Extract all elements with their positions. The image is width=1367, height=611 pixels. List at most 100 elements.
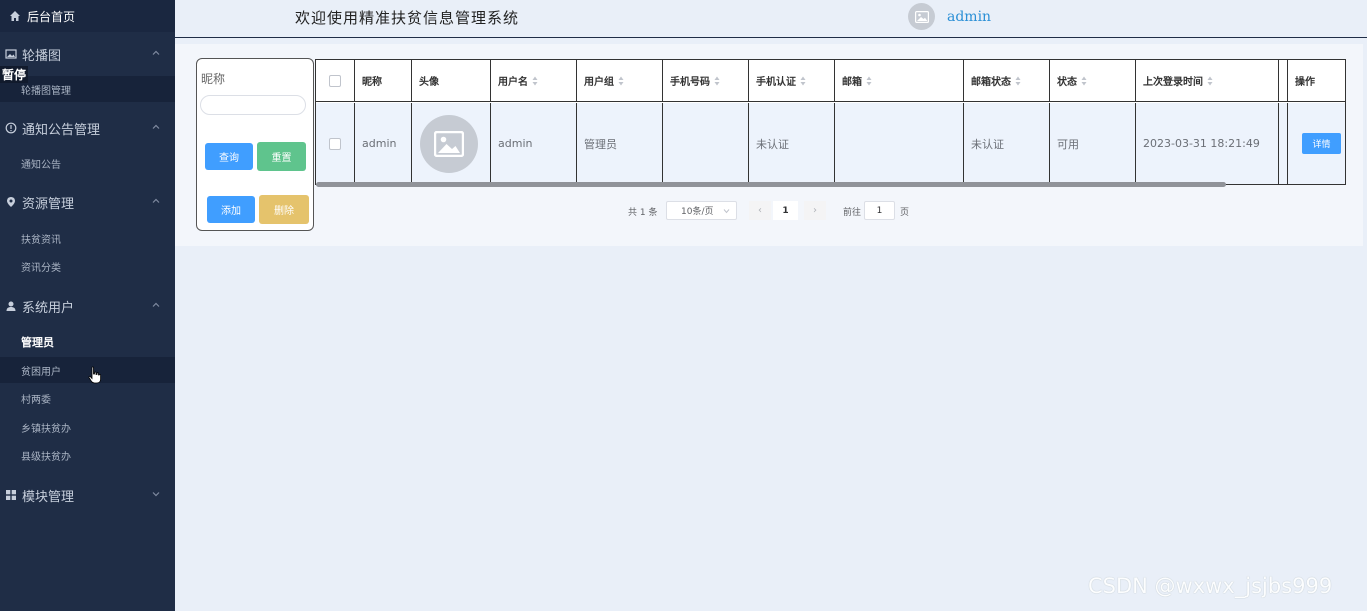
username-link[interactable]: admin: [947, 9, 991, 25]
next-page-button[interactable]: ›: [804, 201, 826, 220]
sort-icon: [866, 76, 872, 85]
sidebar-item-label: 资讯分类: [21, 262, 61, 274]
sidebar-item-home[interactable]: 后台首页: [0, 0, 175, 32]
chevron-up-icon: [152, 302, 160, 307]
chevron-down-icon: [723, 209, 730, 214]
home-icon: [10, 11, 20, 21]
table-cell: 管理员: [577, 103, 663, 184]
sidebar-item-village-committee[interactable]: 村两委: [0, 385, 175, 411]
sidebar-item-label: 村两委: [21, 394, 51, 406]
info-circle-icon: [5, 122, 17, 134]
table-header-phone[interactable]: 手机号码: [663, 60, 749, 102]
table-header-label: 用户名: [498, 77, 528, 88]
table-header-label: 邮箱: [842, 77, 862, 88]
table-header-last-login[interactable]: 上次登录时间: [1136, 60, 1279, 102]
watermark: CSDN @wxwx_jsjbs999: [1088, 574, 1333, 598]
goto-page-input[interactable]: 1: [864, 201, 895, 220]
chevron-up-icon: [152, 124, 160, 129]
table-header-email-status[interactable]: 邮箱状态: [964, 60, 1050, 102]
pagination-total: 共 1 条: [628, 207, 658, 218]
sidebar-item-notice[interactable]: 通知公告: [0, 150, 175, 176]
table-header-username[interactable]: 用户名: [491, 60, 577, 102]
table-header-label: 邮箱状态: [971, 77, 1011, 88]
sort-icon: [714, 76, 720, 85]
sort-icon: [532, 76, 538, 85]
grid-icon: [6, 490, 16, 500]
sidebar-item-news-category[interactable]: 资讯分类: [0, 253, 175, 279]
image-placeholder-icon: [914, 10, 929, 23]
table-cell-actions: 详情: [1288, 103, 1345, 184]
image-placeholder-icon: [434, 130, 464, 157]
select-all-checkbox[interactable]: [329, 74, 341, 87]
table-header: 操作: [1288, 60, 1345, 102]
reset-button[interactable]: 重置: [257, 142, 306, 171]
table-cell: 未认证: [749, 103, 835, 184]
sort-icon: [1207, 76, 1213, 85]
sidebar-group-label: 系统用户: [22, 300, 75, 316]
search-panel: 昵称 查询 重置 添加 删除: [196, 58, 314, 231]
top-header: 欢迎使用精准扶贫信息管理系统 admin: [175, 0, 1367, 38]
table-header-group[interactable]: 用户组: [577, 60, 663, 102]
sort-icon: [1015, 76, 1021, 85]
user-icon: [6, 301, 16, 311]
table-header-gap: [1279, 60, 1288, 102]
welcome-title: 欢迎使用精准扶贫信息管理系统: [295, 9, 520, 27]
location-pin-icon: [7, 197, 15, 207]
table-header-label: 状态: [1057, 77, 1077, 88]
sidebar-item-poverty-news[interactable]: 扶贫资讯: [0, 225, 175, 251]
sidebar-group-modules[interactable]: 模块管理: [0, 477, 175, 513]
page-size-select[interactable]: 10条/页: [666, 201, 737, 220]
delete-button[interactable]: 删除: [259, 195, 309, 224]
sidebar-item-label: 扶贫资讯: [21, 234, 61, 246]
table-header: 头像: [412, 60, 491, 102]
table-cell-gap: [1279, 103, 1288, 184]
add-button[interactable]: 添加: [207, 196, 255, 223]
hand-cursor-icon: [88, 366, 101, 384]
sidebar-item-label: 县级扶贫办: [21, 451, 71, 463]
table-cell-avatar: [412, 103, 491, 184]
sidebar: 后台首页 轮播图 轮播图管理 暂停 通知公告管理 通知公告 资源管理 扶贫资讯 …: [0, 0, 175, 611]
sidebar-item-label: 通知公告: [21, 159, 61, 171]
table-header-select: [316, 60, 355, 102]
sidebar-group-resources[interactable]: 资源管理: [0, 184, 175, 220]
chevron-down-icon: [152, 492, 160, 497]
sidebar-group-label: 模块管理: [22, 489, 75, 505]
page-size-value: 10条/页: [681, 207, 714, 217]
table-header-label: 用户组: [584, 77, 614, 88]
table-cell: [663, 103, 749, 184]
query-button[interactable]: 查询: [205, 143, 253, 170]
table-cell: 可用: [1050, 103, 1136, 184]
sort-icon: [1081, 76, 1087, 85]
horizontal-scrollbar[interactable]: [316, 182, 1226, 187]
nickname-label: 昵称: [201, 72, 226, 86]
sidebar-item-county-office[interactable]: 县级扶贫办: [0, 442, 175, 468]
sidebar-item-label: 管理员: [21, 336, 54, 349]
user-avatar[interactable]: [908, 3, 935, 30]
table-header-email[interactable]: 邮箱: [835, 60, 964, 102]
sidebar-group-label: 资源管理: [22, 196, 75, 212]
row-checkbox[interactable]: [329, 137, 341, 150]
sort-icon: [618, 76, 624, 85]
goto-suffix: 页: [900, 207, 910, 218]
sidebar-group-notice[interactable]: 通知公告管理: [0, 110, 175, 146]
sidebar-group-system-users[interactable]: 系统用户: [0, 288, 175, 324]
prev-page-button[interactable]: ‹: [749, 201, 771, 220]
sidebar-item-label: 轮播图管理: [21, 85, 71, 97]
sort-icon: [800, 76, 806, 85]
avatar[interactable]: [420, 114, 478, 173]
detail-button[interactable]: 详情: [1302, 133, 1341, 154]
table-cell-select: [316, 103, 355, 184]
sidebar-item-town-office[interactable]: 乡镇扶贫办: [0, 414, 175, 440]
table-header-label: 上次登录时间: [1143, 77, 1203, 88]
table-header-status[interactable]: 状态: [1050, 60, 1136, 102]
users-table: 昵称 头像 用户名 用户组 手机号码 手机认证 邮箱 邮箱状态 状态 上次登录时…: [315, 59, 1346, 185]
sidebar-item-admin[interactable]: 管理员: [0, 329, 175, 355]
table-header-phone-verified[interactable]: 手机认证: [749, 60, 835, 102]
chevron-up-icon: [152, 198, 160, 203]
table-header-label: 手机号码: [670, 77, 710, 88]
table-cell: admin: [355, 103, 412, 184]
nickname-input[interactable]: [200, 95, 306, 115]
sidebar-item-label: 乡镇扶贫办: [21, 423, 71, 435]
current-page[interactable]: 1: [773, 201, 798, 220]
floating-label: 暂停: [0, 66, 29, 83]
